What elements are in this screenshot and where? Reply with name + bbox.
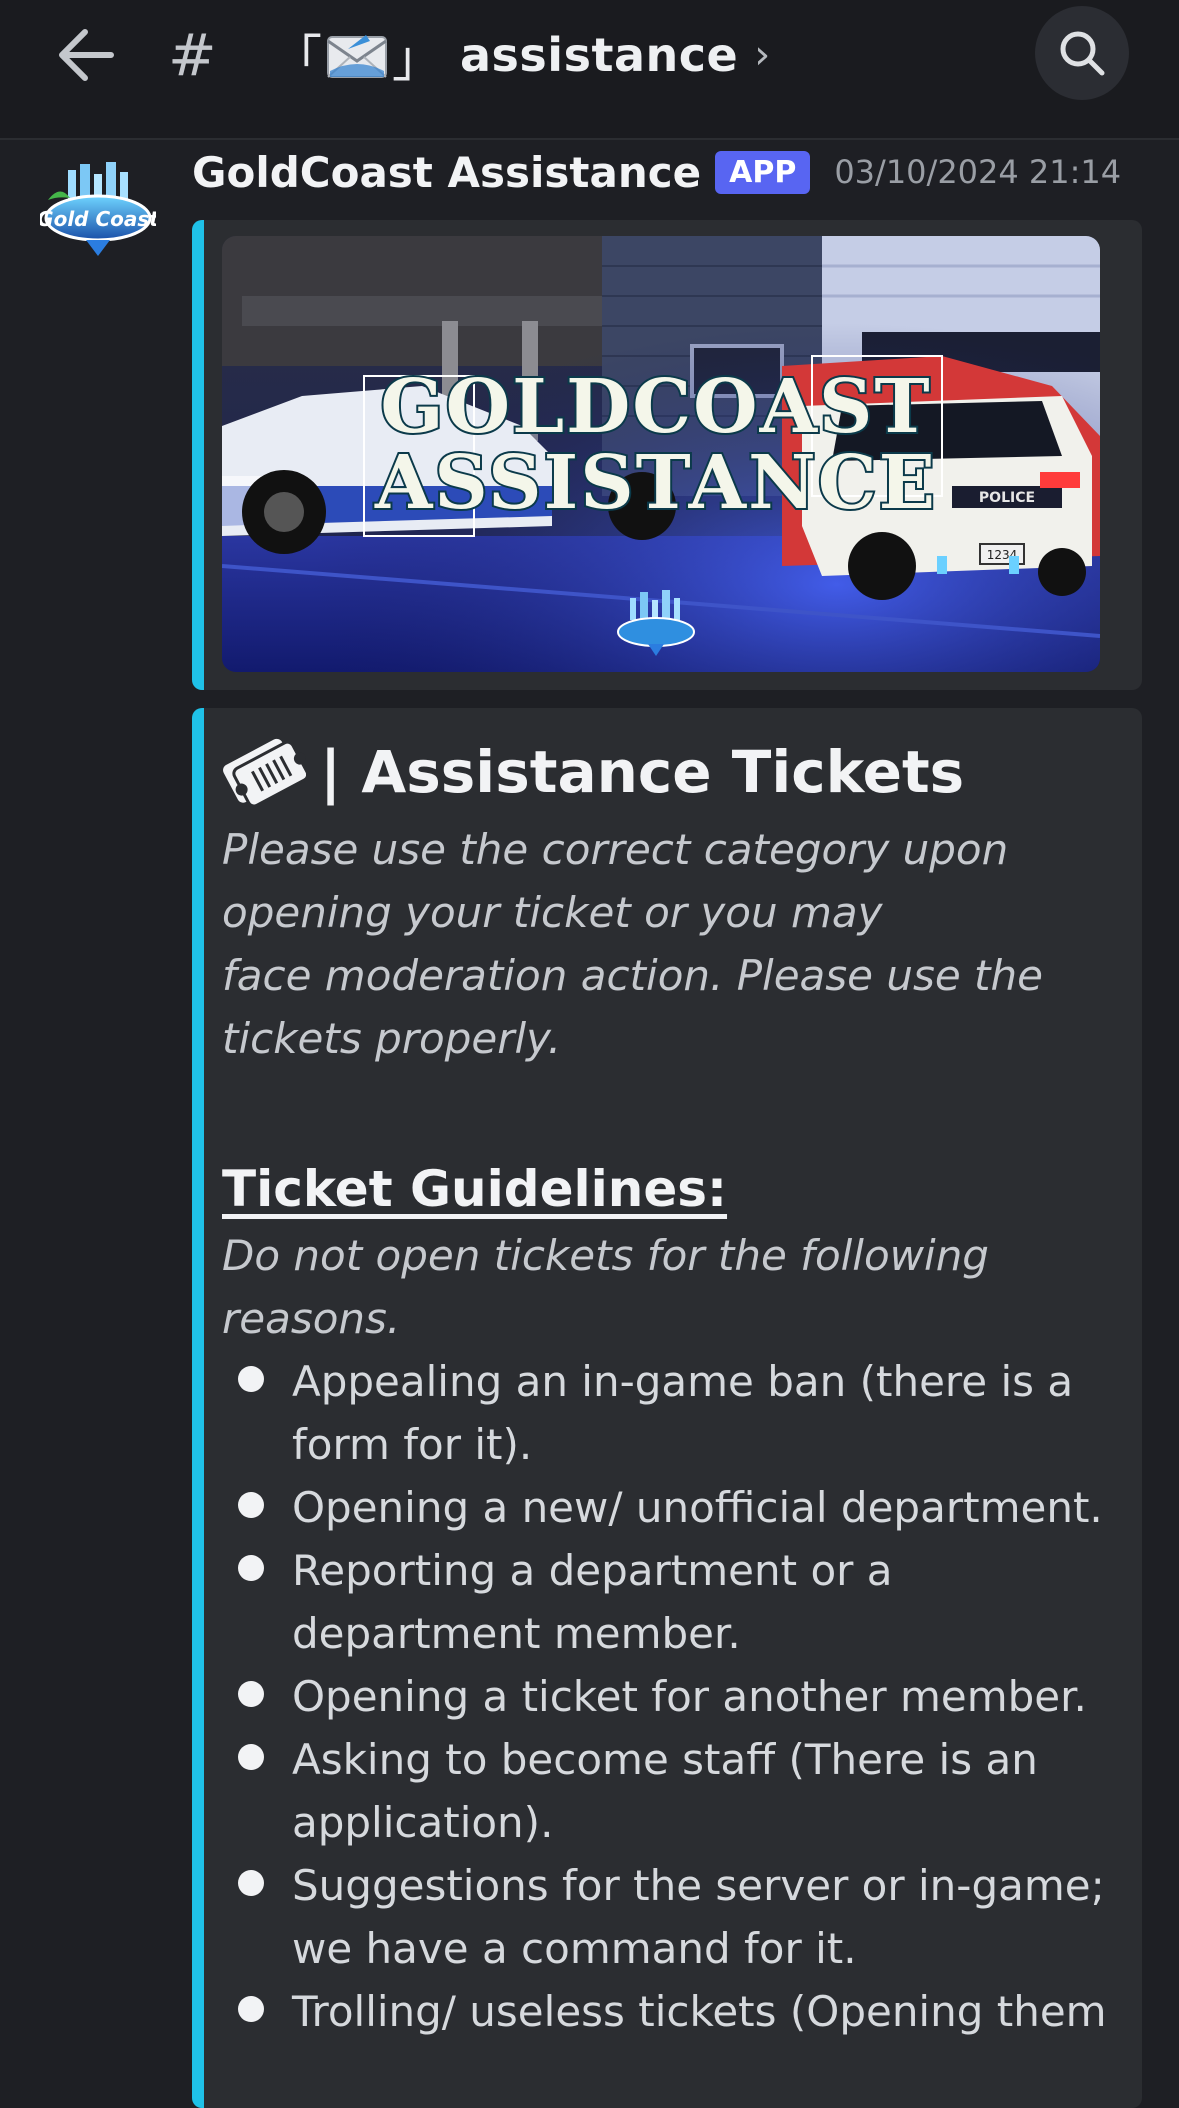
intro-line: tickets properly. [222,1014,562,1063]
envelope-icon [326,31,388,79]
ticket-icon [223,738,306,808]
message-timestamp: 03/10/2024 21:14 [834,153,1122,191]
author-name[interactable]: GoldCoast Assistance [192,148,701,197]
embed-intro: Please use the correct category upon ope… [222,818,1122,1070]
channel-title[interactable]: 「 」 assistance › [272,20,770,90]
bullet-icon [238,1744,264,1770]
author-avatar[interactable]: Gold Coast [37,160,160,262]
guidelines-list: Appealing an in-game ban (there is a for… [222,1350,1122,2043]
bullet-icon [238,1366,264,1392]
embed-accent-bar [192,708,204,2108]
bullet-icon [238,1996,264,2022]
bracket-right: 」 [392,30,442,88]
intro-line: face moderation action. Please use the [222,951,1043,1000]
banner-plate: POLICE [979,490,1035,506]
back-arrow-icon [59,29,114,81]
list-item: Opening a new/ unofficial department. [222,1476,1122,1539]
list-item: Opening a ticket for another member. [222,1665,1122,1728]
list-item-text: Suggestions for the server or in-game; w… [292,1861,1105,1973]
guidelines-heading: Ticket Guidelines: [222,1160,728,1218]
bullet-icon [238,1870,264,1896]
message-header: GoldCoast Assistance APP 03/10/2024 21:1… [192,144,1121,200]
list-item: Appealing an in-game ban (there is a for… [222,1350,1122,1476]
list-item-text: Opening a ticket for another member. [292,1672,1087,1721]
subtitle-line: reasons. [222,1294,401,1343]
list-item-text: Trolling/ useless tickets (Opening them [292,1987,1107,2036]
list-item: Asking to become staff (There is an appl… [222,1728,1122,1854]
channel-hash-icon: # [168,21,217,89]
bullet-icon [238,1555,264,1581]
guidelines-subtitle: Do not open tickets for the following re… [222,1224,1122,1350]
banner-image[interactable]: POLICE 1234 GOLDCOAST ASSISTANCE [222,236,1100,672]
embed-title-text: | Assistance Tickets [320,738,965,806]
channel-name: assistance [460,28,739,82]
app-badge: APP [715,150,811,194]
subtitle-line: Do not open tickets for the following [222,1231,989,1280]
list-item-text: Reporting a department or a department m… [292,1546,893,1658]
search-button[interactable] [1035,6,1129,100]
embed-accent-bar [192,220,204,690]
list-item: Suggestions for the server or in-game; w… [222,1854,1122,1980]
intro-line: Please use the correct category upon [222,825,1009,874]
bullet-icon [238,1681,264,1707]
tickets-embed: | Assistance Tickets Please use the corr… [192,708,1142,2108]
chevron-right-icon: › [754,32,771,78]
bullet-icon [238,1492,264,1518]
list-item-text: Appealing an in-game ban (there is a for… [292,1357,1074,1469]
banner-embed: POLICE 1234 GOLDCOAST ASSISTANCE [192,220,1142,690]
search-icon [1060,31,1105,76]
list-item-text: Asking to become staff (There is an appl… [292,1735,1038,1847]
banner-title-line1: GOLDCOAST [380,364,931,450]
bracket-left: 「 [272,30,322,88]
intro-line: opening your ticket or you may [222,888,883,937]
embed-title: | Assistance Tickets [222,730,1122,814]
channel-header: # 「 」 assistance › [0,0,1179,140]
list-item: Trolling/ useless tickets (Opening them [222,1980,1122,2043]
avatar-text: Gold Coast [40,207,156,231]
banner-title-line2: ASSISTANCE [374,440,937,526]
list-item-text: Opening a new/ unofficial department. [292,1483,1103,1532]
back-button[interactable] [50,22,120,88]
list-item: Reporting a department or a department m… [222,1539,1122,1665]
